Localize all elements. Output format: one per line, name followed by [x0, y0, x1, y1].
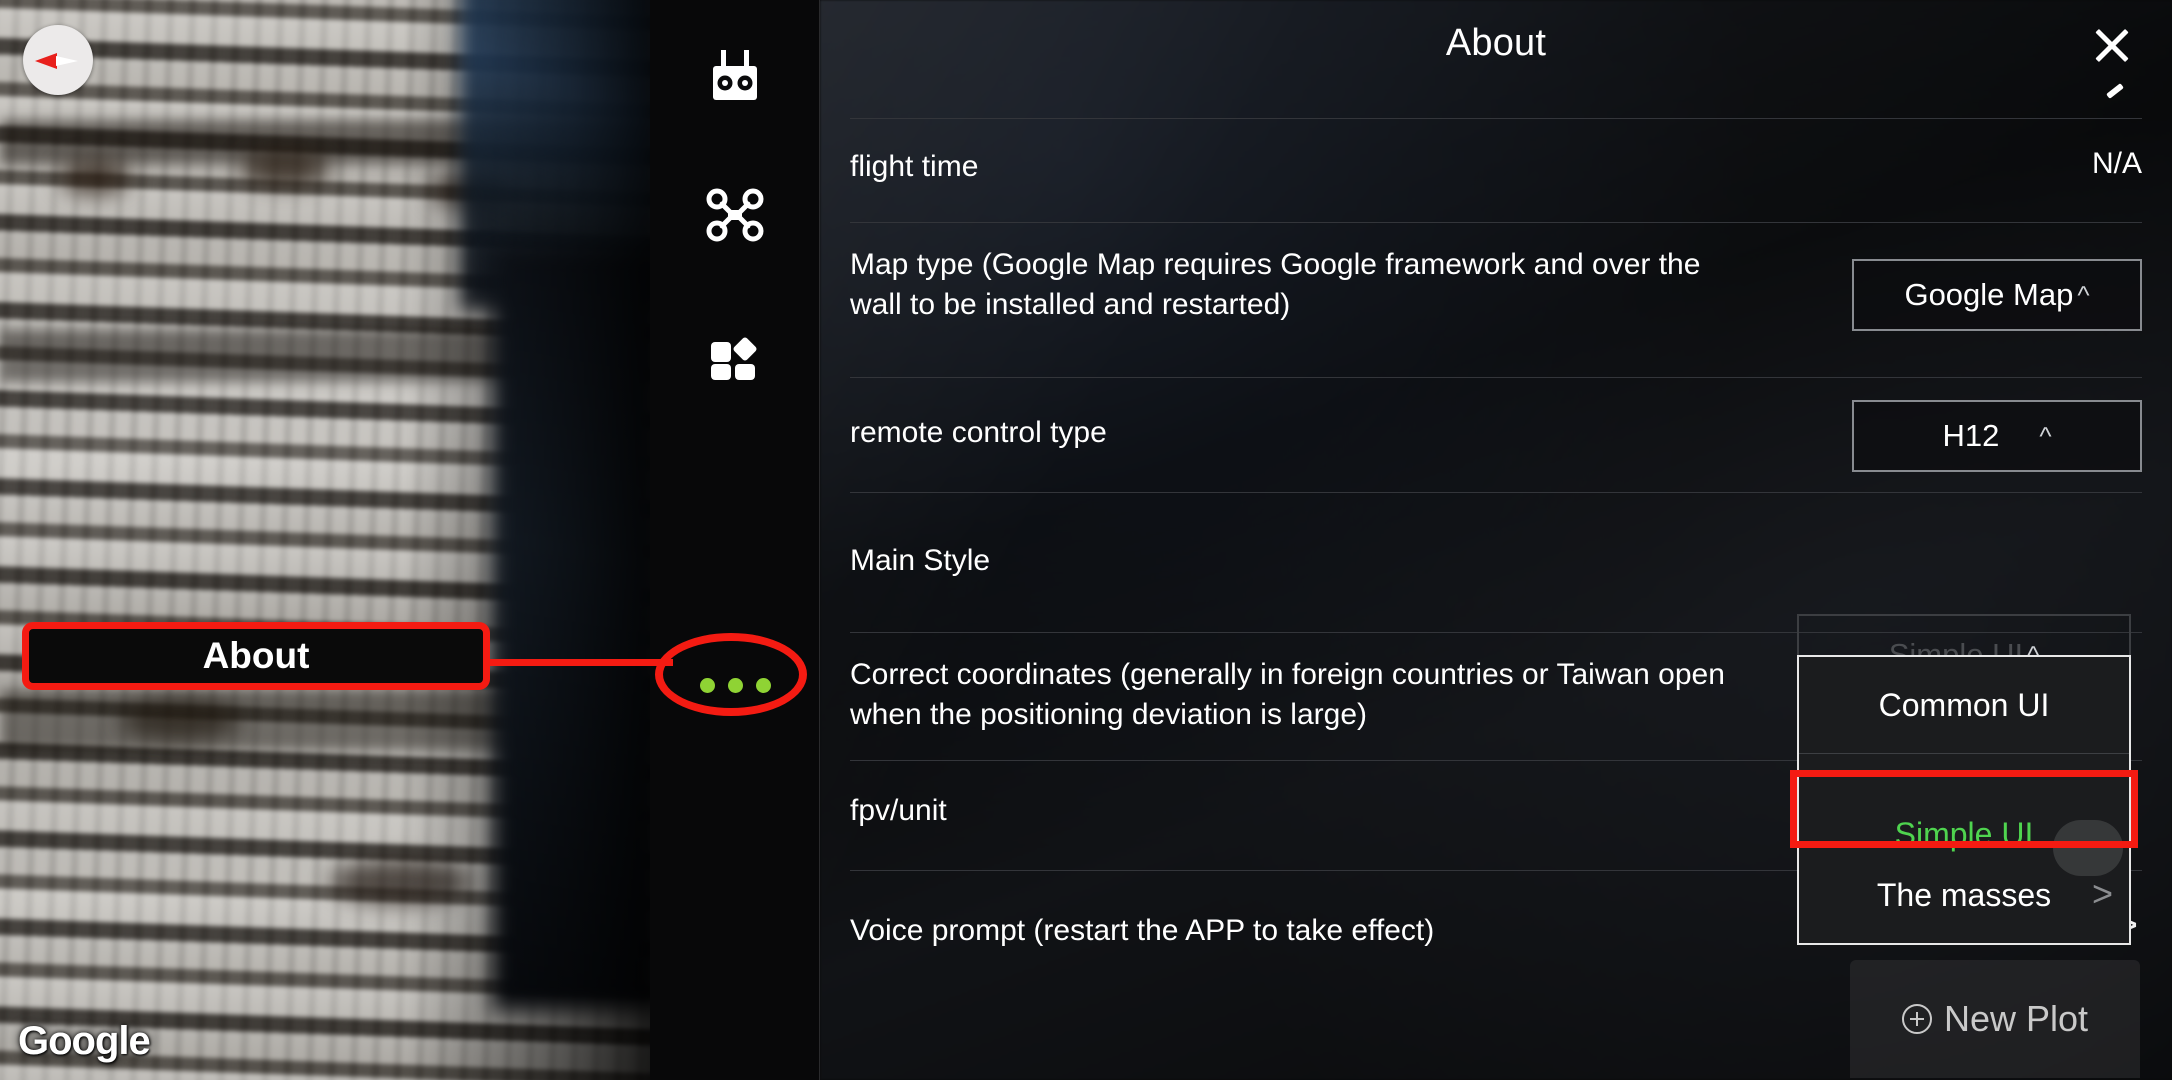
row-label-flight-time: flight time	[850, 150, 979, 183]
google-attribution: Google	[18, 1019, 151, 1063]
callout-about-label: About	[22, 622, 490, 690]
compass-arrow-icon[interactable]	[23, 25, 93, 95]
row-label-correct-coordinates: Correct coordinates (generally in foreig…	[850, 658, 1725, 731]
main-style-dropdown[interactable]: Common UI Simple UI The masses >	[1797, 655, 2131, 945]
screen: Google About flight time N/A Map type (G…	[0, 0, 2172, 1080]
remote-control-type-select[interactable]: H12 ^	[1852, 400, 2142, 472]
table-row[interactable]: Map type (Google Map requires Google fra…	[850, 222, 2142, 377]
map-type-select[interactable]: Google Map ^	[1852, 259, 2142, 331]
left-icon-rail	[650, 0, 820, 1080]
drone-icon[interactable]	[650, 170, 820, 260]
row-value-flight-time: N/A	[2091, 147, 2142, 180]
row-label-main-style: Main Style	[850, 544, 991, 577]
map-edge-shade	[0, 0, 650, 1080]
dropdown-option-label: Common UI	[1878, 686, 2050, 723]
compass-needle-south	[56, 56, 78, 66]
table-row[interactable]: remote control type H12 ^	[850, 377, 2142, 492]
map-view[interactable]: Google	[0, 0, 650, 1080]
table-row[interactable]: Main Style	[850, 492, 2142, 632]
new-plot-label: New Plot	[1943, 998, 2089, 1039]
clipped-caret-icon	[2106, 83, 2124, 99]
dropdown-option-common-ui[interactable]: Common UI	[1799, 657, 2129, 753]
remote-controller-icon[interactable]	[650, 30, 820, 120]
plus-circle-icon	[1901, 1004, 1932, 1034]
callout-connector	[478, 659, 673, 666]
row-label-fpv-unit: fpv/unit	[850, 794, 947, 827]
clipped-top-row: FC	[850, 0, 1550, 44]
dropdown-option-the-masses[interactable]: The masses >	[1799, 847, 2129, 943]
callout-ellipse-highlight	[655, 633, 807, 716]
chevron-right-icon: >	[2091, 873, 2113, 914]
remote-control-type-value: H12	[1942, 418, 2000, 453]
apps-grid-icon[interactable]	[650, 310, 820, 400]
row-label-remote-control-type: remote control type	[850, 416, 1107, 449]
new-plot-button[interactable]: New Plot	[1850, 960, 2140, 1078]
compass-needle-north	[35, 53, 57, 69]
map-type-value: Google Map	[1904, 277, 2074, 312]
close-icon[interactable]	[2085, 18, 2139, 72]
dropdown-option-label: The masses	[1876, 876, 2052, 913]
table-row[interactable]: flight time N/A	[850, 118, 2142, 222]
row-label-voice-prompt: Voice prompt (restart the APP to take ef…	[850, 914, 1435, 947]
chevron-up-icon: ^	[2077, 280, 2090, 310]
chevron-up-icon: ^	[2039, 421, 2052, 451]
row-label-map-type: Map type (Google Map requires Google fra…	[850, 248, 1701, 321]
